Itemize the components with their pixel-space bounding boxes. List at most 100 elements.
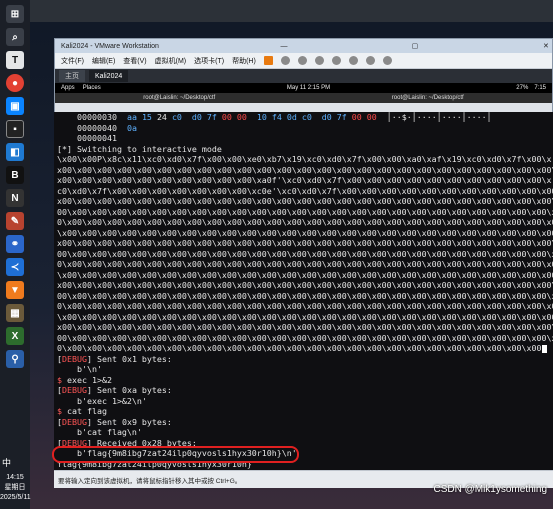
- snapshot-icon[interactable]: [297, 56, 307, 65]
- chrome-icon[interactable]: ●: [6, 74, 24, 92]
- file-explorer-icon[interactable]: ▣: [6, 97, 24, 115]
- hex-bytes: 24: [156, 112, 172, 122]
- command-text: exec 1>&2: [62, 374, 112, 385]
- tab-home[interactable]: 主页: [59, 70, 85, 82]
- manage-snapshots-icon[interactable]: [331, 56, 341, 65]
- hex-bytes: 10 f4 0d c0 d0 7f: [246, 112, 352, 122]
- hex-bytes: aa 15: [126, 112, 157, 122]
- terminal-line: 00\x00\x00\x00\x00\x00\x00\x00\x00\x00\x…: [57, 207, 553, 218]
- app-box-icon[interactable]: ▦: [6, 304, 24, 322]
- search-icon[interactable]: ⌕: [6, 28, 24, 46]
- vmware-title-bar: Kali2024 - VMware Workstation — ▢ ✕: [55, 39, 552, 53]
- app-shield-icon[interactable]: ▼: [6, 281, 24, 299]
- windows-start-icon[interactable]: ⊞: [6, 5, 24, 23]
- app-search-icon[interactable]: ⚲: [6, 350, 24, 368]
- terminal-tab-bar: root@Laislin: ~/Desktop/ctf root@Laislin…: [55, 93, 552, 103]
- terminal-line: 00000030 aa 15 24 c0 d0 7f 00 00 10 f4 0…: [57, 112, 553, 123]
- terminal-text: [*] Switching to interactive mode: [57, 143, 222, 154]
- console-view-icon[interactable]: [382, 56, 392, 65]
- app-b-icon[interactable]: B: [6, 166, 24, 184]
- terminal-line: \x00\x00\x00\x00\x00\x00\x00\x00\x00\x00…: [57, 228, 553, 239]
- app-pen-icon[interactable]: ✎: [6, 212, 24, 230]
- terminal-line: [*] Switching to interactive mode: [57, 144, 553, 155]
- terminal-line: \x00\x00\x00\x00\x00\x00\x00\x00\x00\x00…: [57, 312, 553, 323]
- terminal-line: 0\x00\x00\x00\x00\x00\x00\x00\x00\x00\x0…: [57, 301, 553, 312]
- terminal-line: \x00\x00\x00\x00\x00\x00\x00\x00\x00\x00…: [57, 270, 553, 281]
- flag-highlight-circle: [52, 446, 299, 463]
- terminal-line: b'\n': [57, 364, 553, 375]
- send-keys-icon[interactable]: [280, 56, 290, 65]
- debug-label: DEBUG: [62, 416, 87, 427]
- app-t-icon[interactable]: T: [6, 51, 24, 69]
- terminal-line: 00\x00\x00\x00\x00\x00\x00\x00\x00\x00\x…: [57, 249, 553, 260]
- pause-icon[interactable]: [263, 56, 273, 65]
- desktop-screenshot: ⊞ ⌕ T ● ▣ ▪ ◧ B N ✎ ⚭ ≺ ▼ ▦ X ⚲ 中 14:15 …: [0, 0, 553, 509]
- terminal-text: \x00\x00P\x8c\x11\xc0\xd0\x7f\x00\x00\xe…: [57, 154, 552, 164]
- gnome-time: 7:15: [534, 85, 546, 91]
- app-x-icon[interactable]: X: [6, 327, 24, 345]
- hex-ascii: │··$·│····│····│····│: [376, 112, 492, 122]
- gnome-battery: 27%: [516, 85, 529, 91]
- gnome-apps-menu[interactable]: Apps: [61, 85, 75, 91]
- menu-vm[interactable]: 虚拟机(M): [155, 56, 187, 66]
- close-icon[interactable]: ✕: [540, 42, 552, 50]
- terminal-text: c0\xd0\x7f\x00\x00\x00\x00\x00\x00\x00\x…: [57, 185, 553, 196]
- terminal-line: $ cat flag: [57, 406, 553, 417]
- vmware-title: Kali2024 - VMware Workstation: [61, 42, 159, 50]
- terminal-text: 0\x00\x00\x00\x00\x00\x00\x00\x00\x00\x0…: [57, 301, 553, 311]
- terminal-line: x00\x00\x00\x00\x00\x00\x00\x00\x00\x00\…: [57, 322, 553, 333]
- hex-address: 00000040: [76, 122, 117, 133]
- terminal-text: x00\x00\x00\x00\x00\x00\x00\x00\x00\x00\…: [57, 238, 553, 248]
- vscode-icon[interactable]: ≺: [6, 258, 24, 276]
- menu-help[interactable]: 帮助(H): [232, 56, 256, 66]
- menu-file[interactable]: 文件(F): [61, 56, 84, 66]
- app-square-icon[interactable]: ▪: [6, 120, 24, 138]
- terminal-line: 0\x00\x00\x00\x00\x00\x00\x00\x00\x00\x0…: [57, 259, 553, 270]
- terminal-tab-left[interactable]: root@Laislin: ~/Desktop/ctf: [55, 95, 304, 101]
- menu-view[interactable]: 查看(V): [123, 56, 146, 66]
- tab-kali2024[interactable]: Kali2024: [89, 70, 129, 82]
- debug-label: DEBUG: [62, 385, 87, 395]
- vmware-menu-bar: 文件(F) 编辑(E) 查看(V) 虚拟机(M) 选项卡(T) 帮助(H): [55, 53, 552, 69]
- terminal-text: x00\x00\x00\x00\x00\x00\x00\x00\x00\x00\…: [57, 322, 553, 332]
- debug-label: DEBUG: [62, 353, 87, 364]
- menu-edit[interactable]: 编辑(E): [92, 56, 115, 66]
- terminal-text: x00\x00\x00\x00\x00\x00\x00\x00\x00\x00\…: [57, 196, 553, 206]
- menu-tabs[interactable]: 选项卡(T): [194, 56, 224, 66]
- terminal-line: x00\x00\x00\x00\x00\x00\x00\x00\x00\x00\…: [57, 238, 553, 249]
- fullscreen-icon[interactable]: [348, 56, 358, 65]
- clock-date: 2025/5/11: [0, 494, 31, 501]
- terminal-tab-right[interactable]: root@Laislin: ~/Desktop/ctf: [304, 95, 553, 101]
- terminal-output[interactable]: 00000030 aa 15 24 c0 d0 7f 00 00 10 f4 0…: [54, 112, 553, 470]
- debug-text: Sent 0xa bytes:: [91, 385, 172, 395]
- minimize-icon[interactable]: —: [278, 43, 290, 50]
- terminal-line: 0\x00\x00\x00\x00\x00\x00\x00\x00\x00\x0…: [57, 217, 553, 228]
- debug-text: Sent 0x9 bytes:: [91, 416, 172, 427]
- clock-weekday: 星期日: [4, 484, 26, 491]
- gnome-clock[interactable]: May 11 2:15 PM: [287, 85, 330, 91]
- terminal-line: $ exec 1>&2: [57, 375, 553, 386]
- gnome-places-menu[interactable]: Places: [83, 85, 101, 91]
- gnome-top-bar: Apps Places May 11 2:15 PM 27% 7:15: [55, 83, 552, 93]
- terminal-text: 00\x00\x00\x00\x00\x00\x00\x00\x00\x00\x…: [57, 248, 553, 259]
- app-n-icon[interactable]: N: [6, 189, 24, 207]
- terminal-text: b'exec 1>&2\n': [57, 395, 147, 406]
- terminal-line: 00000040 0a: [57, 123, 553, 134]
- unity-icon[interactable]: [365, 56, 375, 65]
- terminal-line: [DEBUG] Sent 0x1 bytes:: [57, 354, 553, 365]
- revert-icon[interactable]: [314, 56, 324, 65]
- debug-text: Sent 0x1 bytes:: [91, 353, 172, 364]
- app-link-icon[interactable]: ⚭: [6, 235, 24, 253]
- terminal-line: x00\x00\x00\x00\x00\x00\x00\x00\x00\x00\…: [57, 196, 553, 207]
- vmware-status-text: 要将输入定向到该虚拟机，请将鼠标指针移入其中或按 Ctrl+G。: [58, 477, 242, 485]
- maximize-icon[interactable]: ▢: [409, 42, 421, 50]
- vmware-icon[interactable]: ◧: [6, 143, 24, 161]
- terminal-text: 00\x00\x00\x00\x00\x00\x00\x00\x00\x00\x…: [57, 332, 553, 343]
- terminal-text: 00000041: [57, 133, 117, 143]
- taskbar-clock[interactable]: 14:15 星期日 2025/5/11: [0, 473, 31, 503]
- ime-indicator[interactable]: 中: [2, 456, 11, 469]
- host-window-topbar: [30, 0, 553, 22]
